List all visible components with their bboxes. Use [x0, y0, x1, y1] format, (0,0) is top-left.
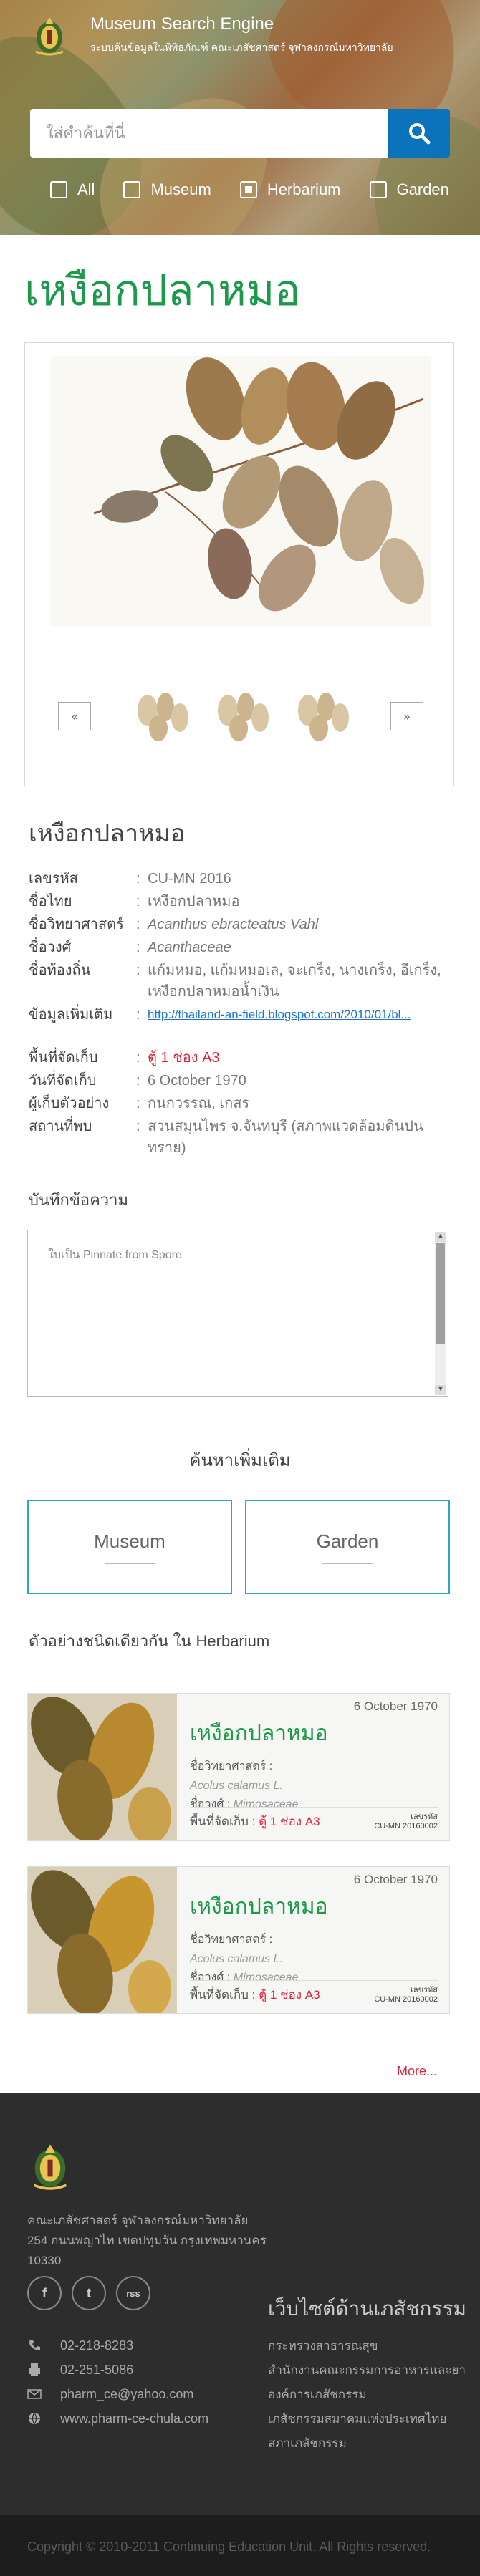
footer-links-heading: เว็บไซต์ด้านเภสัชกรรม	[268, 2297, 466, 2320]
field-value: CU-MN 2016	[148, 871, 231, 887]
more-search-options: Museum Garden	[27, 1500, 480, 1594]
detail-row: เลขรหัส: CU-MN 2016	[29, 868, 451, 889]
footer-link[interactable]: สำนักงานคณะกรรมการอาหารและยา	[268, 2360, 466, 2385]
field-value: ตู้ 1 ช่อง A3	[148, 1050, 220, 1066]
field-value: เหงือกปลาหมอ	[148, 894, 240, 910]
checkbox-checked[interactable]	[239, 181, 257, 198]
search-icon	[409, 123, 431, 145]
site-subtitle: ระบบค้นข้อมูลในพิพิธภัณฑ์ คณะเภสัชศาสตร์…	[90, 42, 393, 53]
museum-button[interactable]: Museum	[27, 1500, 232, 1594]
specimen-gallery: « »	[24, 342, 454, 786]
herbarium-specimen-image	[51, 356, 431, 627]
specimen-thumbnail	[28, 1694, 177, 1840]
field-value: แก้มหมอ, แก้มหมอเล, จะเกร็ง, นางเกร็ง, อ…	[148, 963, 441, 1000]
notes-text: ใบเป็น Pinnate from Spore	[48, 1249, 182, 1261]
detail-row: ผู้เก็บตัวอย่าง: กนกวรรณ, เกสร	[29, 1093, 451, 1114]
facebook-icon[interactable]: f	[27, 2276, 62, 2310]
hero-header: Museum Search Engine ระบบค้นข้อมูลในพิพิ…	[0, 0, 480, 235]
scroll-down-icon[interactable]: ▼	[435, 1385, 446, 1395]
rss-icon[interactable]: rss	[116, 2276, 150, 2310]
filter-all[interactable]: All	[50, 180, 95, 199]
social-links: f t rss	[27, 2276, 150, 2310]
detail-row: พื้นที่จัดเก็บ: ตู้ 1 ช่อง A3	[29, 1047, 451, 1068]
globe-icon	[27, 2412, 42, 2425]
field-value: กนกวรรณ, เกสร	[148, 1096, 250, 1111]
next-image-button[interactable]: »	[390, 702, 423, 730]
filter-herbarium[interactable]: Herbarium	[239, 180, 341, 199]
similar-specimen-card[interactable]: 6 October 1970 เหงือกปลาหมอ ชื่อวิทยาศาส…	[27, 1693, 450, 1841]
checkbox[interactable]	[369, 181, 387, 198]
footer-link[interactable]: สภาเภสัชกรรม	[268, 2433, 466, 2458]
card-title[interactable]: เหงือกปลาหมอ	[190, 1717, 436, 1750]
copyright-bar: Copyright © 2010-2011 Continuing Educati…	[0, 2515, 480, 2576]
search-bar	[30, 109, 450, 158]
prev-image-button[interactable]: «	[58, 702, 91, 730]
mail-icon	[27, 2389, 42, 2399]
details-heading: เหงือกปลาหมอ	[29, 820, 186, 847]
detail-row: ชื่อวิทยาศาสตร์: Acanthus ebracteatus Vah…	[29, 914, 451, 935]
garden-button[interactable]: Garden	[245, 1500, 450, 1594]
more-search-title: ค้นหาเพิ่มเติม	[189, 1451, 291, 1470]
thumbnail[interactable]	[206, 685, 275, 747]
more-info-link[interactable]: http://thailand-an-field.blogspot.com/20…	[148, 1004, 451, 1026]
thumbnail[interactable]	[126, 685, 195, 747]
footer-link[interactable]: องค์การเภสัชกรรม	[268, 2385, 466, 2409]
herbarium-specimen-image	[28, 1694, 177, 1840]
search-button[interactable]	[388, 109, 450, 158]
contact-email[interactable]: pharm_ce@yahoo.com	[27, 2382, 208, 2406]
notes-scrollbar[interactable]: ▲ ▼	[435, 1232, 446, 1395]
similar-specimen-card[interactable]: 6 October 1970 เหงือกปลาหมอ ชื่อวิทยาศาส…	[27, 1866, 450, 2014]
fax-icon	[27, 2363, 42, 2376]
copyright-text: Copyright © 2010-2011 Continuing Educati…	[27, 2539, 431, 2554]
footer-link[interactable]: เภสัชกรรมสมาคมแห่งประเทศไทย	[268, 2409, 466, 2433]
page-title: เหงือกปลาหมอ	[24, 266, 301, 314]
thumbnail[interactable]	[287, 685, 355, 747]
faculty-logo-icon	[33, 2144, 67, 2190]
contact-fax: 02-251-5086	[27, 2358, 208, 2382]
category-filters: All Museum Herbarium Garden	[50, 180, 449, 199]
more-link[interactable]: More...	[0, 2064, 437, 2079]
contact-website[interactable]: www.pharm-ce-chula.com	[27, 2406, 208, 2431]
footer-link[interactable]: กระทรวงสาธารณสุข	[268, 2336, 466, 2360]
thumbnail-strip: « »	[58, 685, 423, 747]
detail-row: ข้อมูลเพิ่มเติม: http://thailand-an-field…	[29, 1004, 451, 1026]
field-value: 6 October 1970	[148, 1073, 246, 1089]
field-value: Acanthaceae	[148, 940, 231, 955]
filter-garden[interactable]: Garden	[369, 180, 449, 199]
footer-links: กระทรวงสาธารณสุข สำนักงานคณะกรรมการอาหาร…	[268, 2336, 466, 2458]
specimen-main-image[interactable]	[51, 356, 431, 627]
detail-row: วันที่จัดเก็บ:6 October 1970	[29, 1070, 451, 1091]
filter-museum[interactable]: Museum	[123, 180, 211, 199]
brand[interactable]: Museum Search Engine ระบบค้นข้อมูลในพิพิ…	[30, 14, 393, 56]
card-date: 6 October 1970	[353, 1699, 438, 1713]
notes-textarea[interactable]: ใบเป็น Pinnate from Spore ▲ ▼	[27, 1230, 448, 1397]
detail-row: ชื่อไทย: เหงือกปลาหมอ	[29, 891, 451, 912]
footer-address: คณะเภสัชศาสตร์ จุฬาลงกรณ์มหาวิทยาลัย 254…	[27, 2214, 267, 2267]
phone-icon	[27, 2339, 42, 2352]
search-input[interactable]	[30, 109, 388, 158]
detail-row: สถานที่พบ: สวนสมุนไพร จ.จันทบุรี (สภาพแวด…	[29, 1116, 451, 1159]
checkbox[interactable]	[50, 181, 67, 198]
footer: คณะเภสัชศาสตร์ จุฬาลงกรณ์มหาวิทยาลัย 254…	[0, 2093, 480, 2515]
faculty-logo-icon	[35, 17, 64, 56]
similar-heading: ตัวอย่างชนิดเดียวกัน ใน Herbarium	[29, 1629, 451, 1664]
specimen-thumbnail	[28, 1867, 177, 2013]
checkbox[interactable]	[123, 181, 141, 198]
detail-row: ชื่อวงศ์: Acanthaceae	[29, 937, 451, 958]
field-value: Acanthus ebracteatus Vahl	[148, 917, 319, 932]
footer-contacts: 02-218-8283 02-251-5086 pharm_ce@yahoo.c…	[27, 2333, 208, 2431]
contact-phone: 02-218-8283	[27, 2333, 208, 2358]
twitter-icon[interactable]: t	[72, 2276, 106, 2310]
scroll-up-icon[interactable]: ▲	[435, 1232, 446, 1242]
field-value: สวนสมุนไพร จ.จันทบุรี (สภาพแวดล้อมดินปนท…	[148, 1119, 423, 1156]
specimen-details: เหงือกปลาหมอ เลขรหัส: CU-MN 2016 ชื่อไทย:…	[29, 814, 451, 1159]
detail-row: ชื่อท้องถิ่น: แก้มหมอ, แก้มหมอเล, จะเกร็ง…	[29, 960, 451, 1003]
site-title: Museum Search Engine	[90, 14, 274, 34]
notes-label: บันทึกข้อความ	[29, 1191, 129, 1209]
card-title[interactable]: เหงือกปลาหมอ	[190, 1890, 436, 1924]
herbarium-specimen-image	[28, 1867, 177, 2013]
card-date: 6 October 1970	[353, 1873, 438, 1886]
